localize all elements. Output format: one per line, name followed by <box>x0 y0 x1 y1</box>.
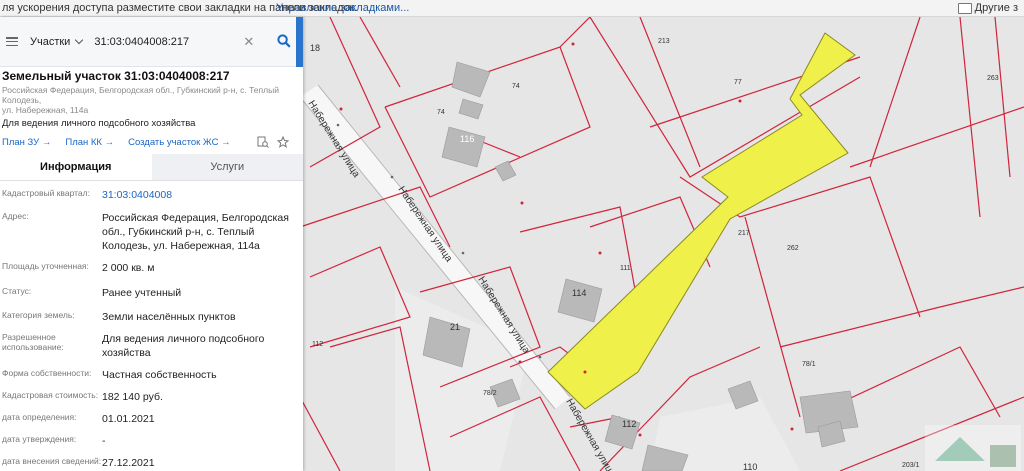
lot-label: 112 <box>312 341 323 348</box>
detail-value: 2 000 кв. м <box>102 262 155 274</box>
lot-label: 21 <box>450 322 460 332</box>
search-bar: Участки ✕ <box>0 17 303 67</box>
lot-label: 263 <box>987 75 999 82</box>
search-type-label: Участки <box>30 35 71 48</box>
detail-row: дата утверждения: - <box>2 434 303 448</box>
search-icon <box>277 34 291 48</box>
detail-key: Кадастровый квартал: <box>2 188 90 198</box>
document-search-icon[interactable] <box>257 136 269 148</box>
detail-key: Площадь уточненная: <box>2 261 89 271</box>
plan-zu-link[interactable]: План ЗУ → <box>2 137 51 148</box>
close-icon[interactable]: ✕ <box>243 34 254 50</box>
detail-value: Российская Федерация, Белгородская обл.,… <box>102 212 289 252</box>
detail-row: дата внесения сведений: 27.12.2021 <box>2 456 303 470</box>
other-bookmarks-label: Другие з <box>974 2 1018 14</box>
detail-value: Ранее учтенный <box>102 287 182 299</box>
tab-info[interactable]: Информация <box>0 154 152 180</box>
detail-value: - <box>102 435 106 447</box>
detail-key: Форма собственности: <box>2 368 92 378</box>
lot-label: 18 <box>310 43 320 53</box>
detail-row: Форма собственности: Частная собственнос… <box>2 368 303 382</box>
lot-label: 262 <box>787 245 799 252</box>
detail-key: Адрес: <box>2 211 29 221</box>
parcel-actions: План ЗУ → План КК → Создать участок ЖС → <box>0 129 303 148</box>
search-button[interactable] <box>273 30 295 52</box>
detail-value: Для ведения личного подсобного хозяйства <box>102 333 265 359</box>
lot-label: 111 <box>620 265 631 272</box>
lot-label: 116 <box>460 134 474 144</box>
bookmarks-bar: ля ускорения доступа разместите свои зак… <box>0 0 1024 17</box>
detail-row: дата определения: 01.01.2021 <box>2 412 303 426</box>
lot-label: 217 <box>738 230 750 237</box>
lot-label: 78/2 <box>483 390 497 397</box>
detail-row: Адрес: Российская Федерация, Белгородска… <box>2 211 303 253</box>
detail-key: дата внесения сведений: <box>2 456 102 466</box>
create-zhs-link[interactable]: Создать участок ЖС → <box>128 137 230 148</box>
detail-value: 27.12.2021 <box>102 457 155 469</box>
watermark-logo <box>925 425 1021 471</box>
other-bookmarks-folder[interactable]: Другие з <box>957 2 1018 14</box>
detail-row: Разрешенное использование: Для ведения л… <box>2 332 303 360</box>
parcel-purpose: Для ведения личного подсобного хозяйства <box>2 118 196 129</box>
detail-value: Частная собственность <box>102 369 217 381</box>
detail-row: Площадь уточненная: 2 000 кв. м <box>2 261 303 275</box>
detail-row: Кадастровая стоимость: 182 140 руб. <box>2 390 303 404</box>
star-icon[interactable] <box>277 136 289 148</box>
lot-label: 213 <box>658 38 670 45</box>
detail-key: дата определения: <box>2 412 77 422</box>
parcel-address-line1: Российская Федерация, Белгородская обл.,… <box>2 85 279 105</box>
lot-label: 112 <box>622 419 636 429</box>
detail-row: Категория земель: Земли населённых пункт… <box>2 310 303 324</box>
detail-key: Категория земель: <box>2 310 75 320</box>
panel-tabs: Информация Услуги <box>0 154 303 181</box>
parcel-info-panel: Участки ✕ Земельный участок 31:03:040400… <box>0 17 303 471</box>
folder-icon <box>957 2 972 14</box>
lot-label: 74 <box>437 109 445 116</box>
lot-label: 110 <box>743 462 757 471</box>
lot-label: 78/1 <box>802 361 816 368</box>
manage-bookmarks-link[interactable]: Управление закладками... <box>276 2 409 14</box>
lot-label: 77 <box>734 79 742 86</box>
tab-services[interactable]: Услуги <box>151 154 303 180</box>
detail-value-quarter-link[interactable]: 31:03:0404008 <box>102 188 292 202</box>
lot-label: 74 <box>512 83 520 90</box>
plan-kk-link[interactable]: План КК → <box>65 137 114 148</box>
detail-key: Разрешенное использование: <box>2 332 64 352</box>
menu-icon[interactable] <box>6 37 18 46</box>
lot-label: 203/1 <box>902 462 920 469</box>
search-type-select[interactable]: Участки <box>30 35 84 48</box>
search-input[interactable] <box>92 34 242 49</box>
chevron-down-icon <box>75 35 84 45</box>
lot-label: 114 <box>572 288 586 298</box>
parcel-title: Земельный участок 31:03:0404008:217 <box>2 69 230 83</box>
detail-value: 182 140 руб. <box>102 391 163 403</box>
details-list: Кадастровый квартал: 31:03:0404008 Адрес… <box>0 188 303 470</box>
detail-row: Статус: Ранее учтенный <box>2 286 303 300</box>
detail-value: Земли населённых пунктов <box>102 311 236 323</box>
panel-toggle-strip[interactable] <box>296 17 303 67</box>
detail-row: Кадастровый квартал: 31:03:0404008 <box>2 188 303 202</box>
parcel-address-line2: ул. Набережная, 114а <box>2 105 89 115</box>
detail-key: Статус: <box>2 286 32 296</box>
detail-key: Кадастровая стоимость: <box>2 390 99 400</box>
detail-value: 01.01.2021 <box>102 413 155 425</box>
detail-key: дата утверждения: <box>2 434 77 444</box>
